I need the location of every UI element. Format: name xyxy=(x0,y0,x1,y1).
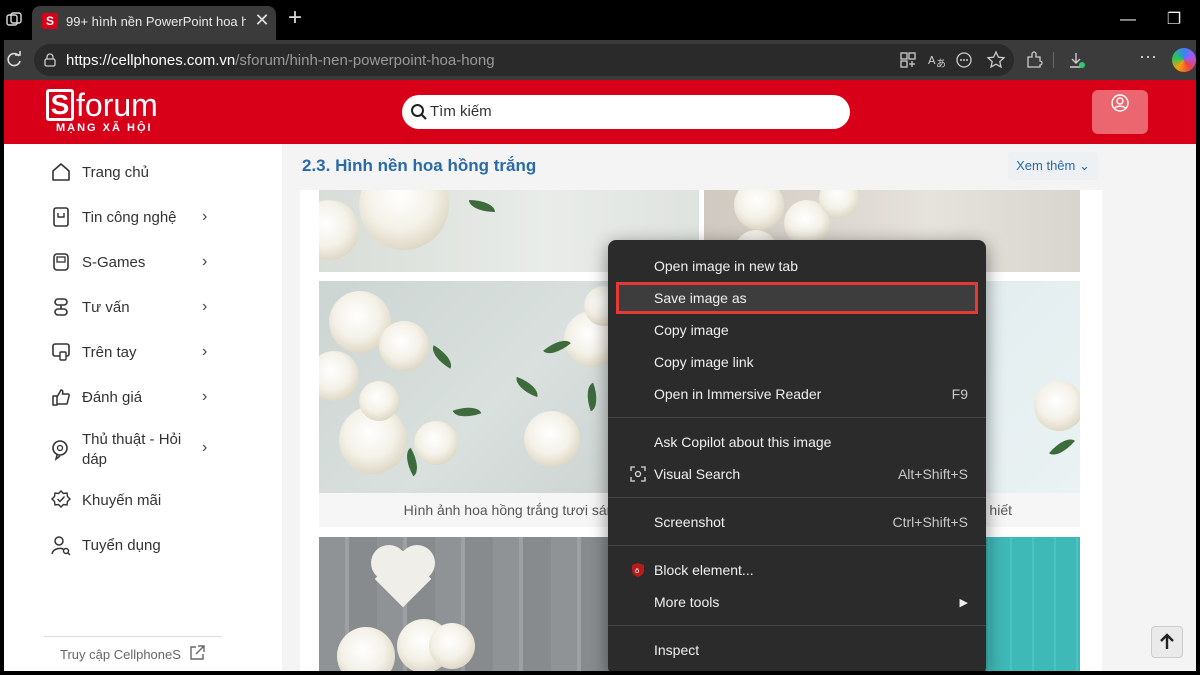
favorite-star-icon[interactable] xyxy=(986,50,1006,70)
workspaces-icon[interactable] xyxy=(5,11,23,29)
sidebar-item-s-games[interactable]: S-Games › xyxy=(50,247,220,277)
copilot-icon[interactable] xyxy=(1172,48,1196,72)
menu-separator xyxy=(608,417,986,418)
translate-icon[interactable]: Aあ xyxy=(926,50,946,70)
sidebar-item-home[interactable]: Trang chủ xyxy=(50,157,220,187)
chevron-right-icon: › xyxy=(202,208,208,225)
menu-ask-copilot[interactable]: Ask Copilot about this image xyxy=(616,426,978,458)
toolbar-divider xyxy=(1053,52,1054,68)
review-icon xyxy=(52,389,70,406)
menu-more-tools[interactable]: More tools ▶ xyxy=(616,586,978,618)
menu-copy-image-link[interactable]: Copy image link xyxy=(616,346,978,378)
downloads-icon[interactable] xyxy=(1066,50,1086,70)
menu-shortcut: Ctrl+Shift+S xyxy=(892,514,968,530)
sidebar-item-promotion[interactable]: Khuyến mãi xyxy=(50,485,220,515)
chevron-right-icon: › xyxy=(202,298,208,315)
sforum-logo-mark[interactable]: S xyxy=(46,89,74,121)
advice-icon xyxy=(54,298,68,316)
browser-tab-bar: S 99+ hình nền PowerPoint hoa hồng ✕ + —… xyxy=(0,0,1200,40)
logo-tagline: MẠNG XÃ HỘI xyxy=(56,122,153,134)
sforum-logo-text[interactable]: forum xyxy=(76,88,158,122)
menu-visual-search[interactable]: Visual Search Alt+Shift+S xyxy=(616,458,978,490)
app-available-icon[interactable] xyxy=(898,50,918,70)
sidebar-item-recruitment[interactable]: Tuyển dụng xyxy=(50,530,220,560)
svg-text:ō: ō xyxy=(635,567,639,575)
section-heading: 2.3. Hình nền hoa hồng trắng xyxy=(302,156,537,175)
user-account-button[interactable] xyxy=(1092,90,1148,134)
sidebar-item-tech-news[interactable]: Tin công nghệ › xyxy=(50,202,220,232)
menu-open-image-new-tab[interactable]: Open image in new tab xyxy=(616,250,978,282)
url-text: https://cellphones.com.vn/sforum/hinh-ne… xyxy=(66,52,495,69)
news-icon xyxy=(53,207,69,227)
ublock-icon: ō xyxy=(632,563,644,577)
site-favicon: S xyxy=(42,13,58,29)
hands-on-icon xyxy=(52,343,70,361)
sidebar-item-advice[interactable]: Tư vấn › xyxy=(50,292,220,322)
external-link-icon[interactable] xyxy=(188,644,206,662)
heart-shape xyxy=(371,545,435,608)
browser-tab-active[interactable]: S 99+ hình nền PowerPoint hoa hồng ✕ xyxy=(32,6,276,40)
sidebar-item-tips-qa[interactable]: Thủ thuật - Hỏi dáp › xyxy=(50,427,220,471)
sidebar-footer-divider xyxy=(44,636,222,637)
cellphones-link[interactable]: Truy cập CellphoneS xyxy=(60,647,181,662)
read-aloud-icon[interactable] xyxy=(954,50,974,70)
menu-open-immersive-reader[interactable]: Open in Immersive Reader F9 xyxy=(616,378,978,410)
sidebar: Trang chủ Tin công nghệ › S-Games › Tư v… xyxy=(4,144,282,671)
arrow-up-icon xyxy=(1160,633,1174,649)
menu-block-element[interactable]: ō Block element... xyxy=(616,554,978,586)
search-input[interactable]: Tìm kiếm xyxy=(402,95,850,129)
extensions-icon[interactable] xyxy=(1024,50,1044,70)
visual-search-icon xyxy=(630,466,646,482)
svg-text:あ: あ xyxy=(936,58,946,70)
refresh-icon[interactable] xyxy=(4,50,24,70)
chevron-down-icon: ⌄ xyxy=(1078,158,1090,173)
menu-inspect[interactable]: Inspect xyxy=(616,634,978,666)
scroll-to-top-button[interactable] xyxy=(1151,626,1183,658)
more-options-icon[interactable]: ··· xyxy=(1138,46,1158,66)
menu-save-image-as[interactable]: Save image as xyxy=(616,282,978,314)
recruit-icon xyxy=(51,536,71,556)
chevron-right-icon: › xyxy=(202,253,208,270)
menu-screenshot[interactable]: Screenshot Ctrl+Shift+S xyxy=(616,506,978,538)
search-placeholder: Tìm kiếm xyxy=(430,103,492,120)
close-tab-icon[interactable]: ✕ xyxy=(252,10,272,30)
chevron-right-icon: › xyxy=(202,439,208,456)
minimize-icon[interactable]: — xyxy=(1116,8,1140,32)
address-toolbar: https://cellphones.com.vn/sforum/hinh-ne… xyxy=(0,40,1200,80)
menu-shortcut: Alt+Shift+S xyxy=(897,466,968,482)
see-more-button[interactable]: Xem thêm ⌄ xyxy=(1008,152,1098,180)
menu-copy-image[interactable]: Copy image xyxy=(616,314,978,346)
submenu-arrow-icon: ▶ xyxy=(959,597,968,609)
new-tab-icon[interactable]: + xyxy=(283,6,307,30)
chevron-right-icon: › xyxy=(202,388,208,405)
menu-separator xyxy=(608,545,986,546)
user-icon xyxy=(1111,94,1129,112)
menu-shortcut: F9 xyxy=(951,386,968,402)
sidebar-item-hands-on[interactable]: Trên tay › xyxy=(50,337,220,367)
sidebar-item-review[interactable]: Đánh giá › xyxy=(50,382,220,412)
tips-icon xyxy=(52,440,68,461)
address-bar[interactable]: https://cellphones.com.vn/sforum/hinh-ne… xyxy=(34,44,1014,76)
site-info-icon[interactable] xyxy=(42,52,58,68)
chevron-right-icon: › xyxy=(202,343,208,360)
promo-icon xyxy=(51,490,71,508)
search-icon xyxy=(411,104,427,120)
home-icon xyxy=(52,163,70,181)
menu-separator xyxy=(608,497,986,498)
svg-text:A: A xyxy=(928,54,936,67)
site-header: S forum MẠNG XÃ HỘI Tìm kiếm xyxy=(4,80,1196,144)
restore-icon[interactable]: ❐ xyxy=(1162,8,1186,32)
tab-title: 99+ hình nền PowerPoint hoa hồng xyxy=(66,14,246,29)
image-context-menu: Open image in new tab Save image as Copy… xyxy=(608,240,986,675)
gamepad-icon xyxy=(53,253,69,271)
menu-separator xyxy=(608,625,986,626)
